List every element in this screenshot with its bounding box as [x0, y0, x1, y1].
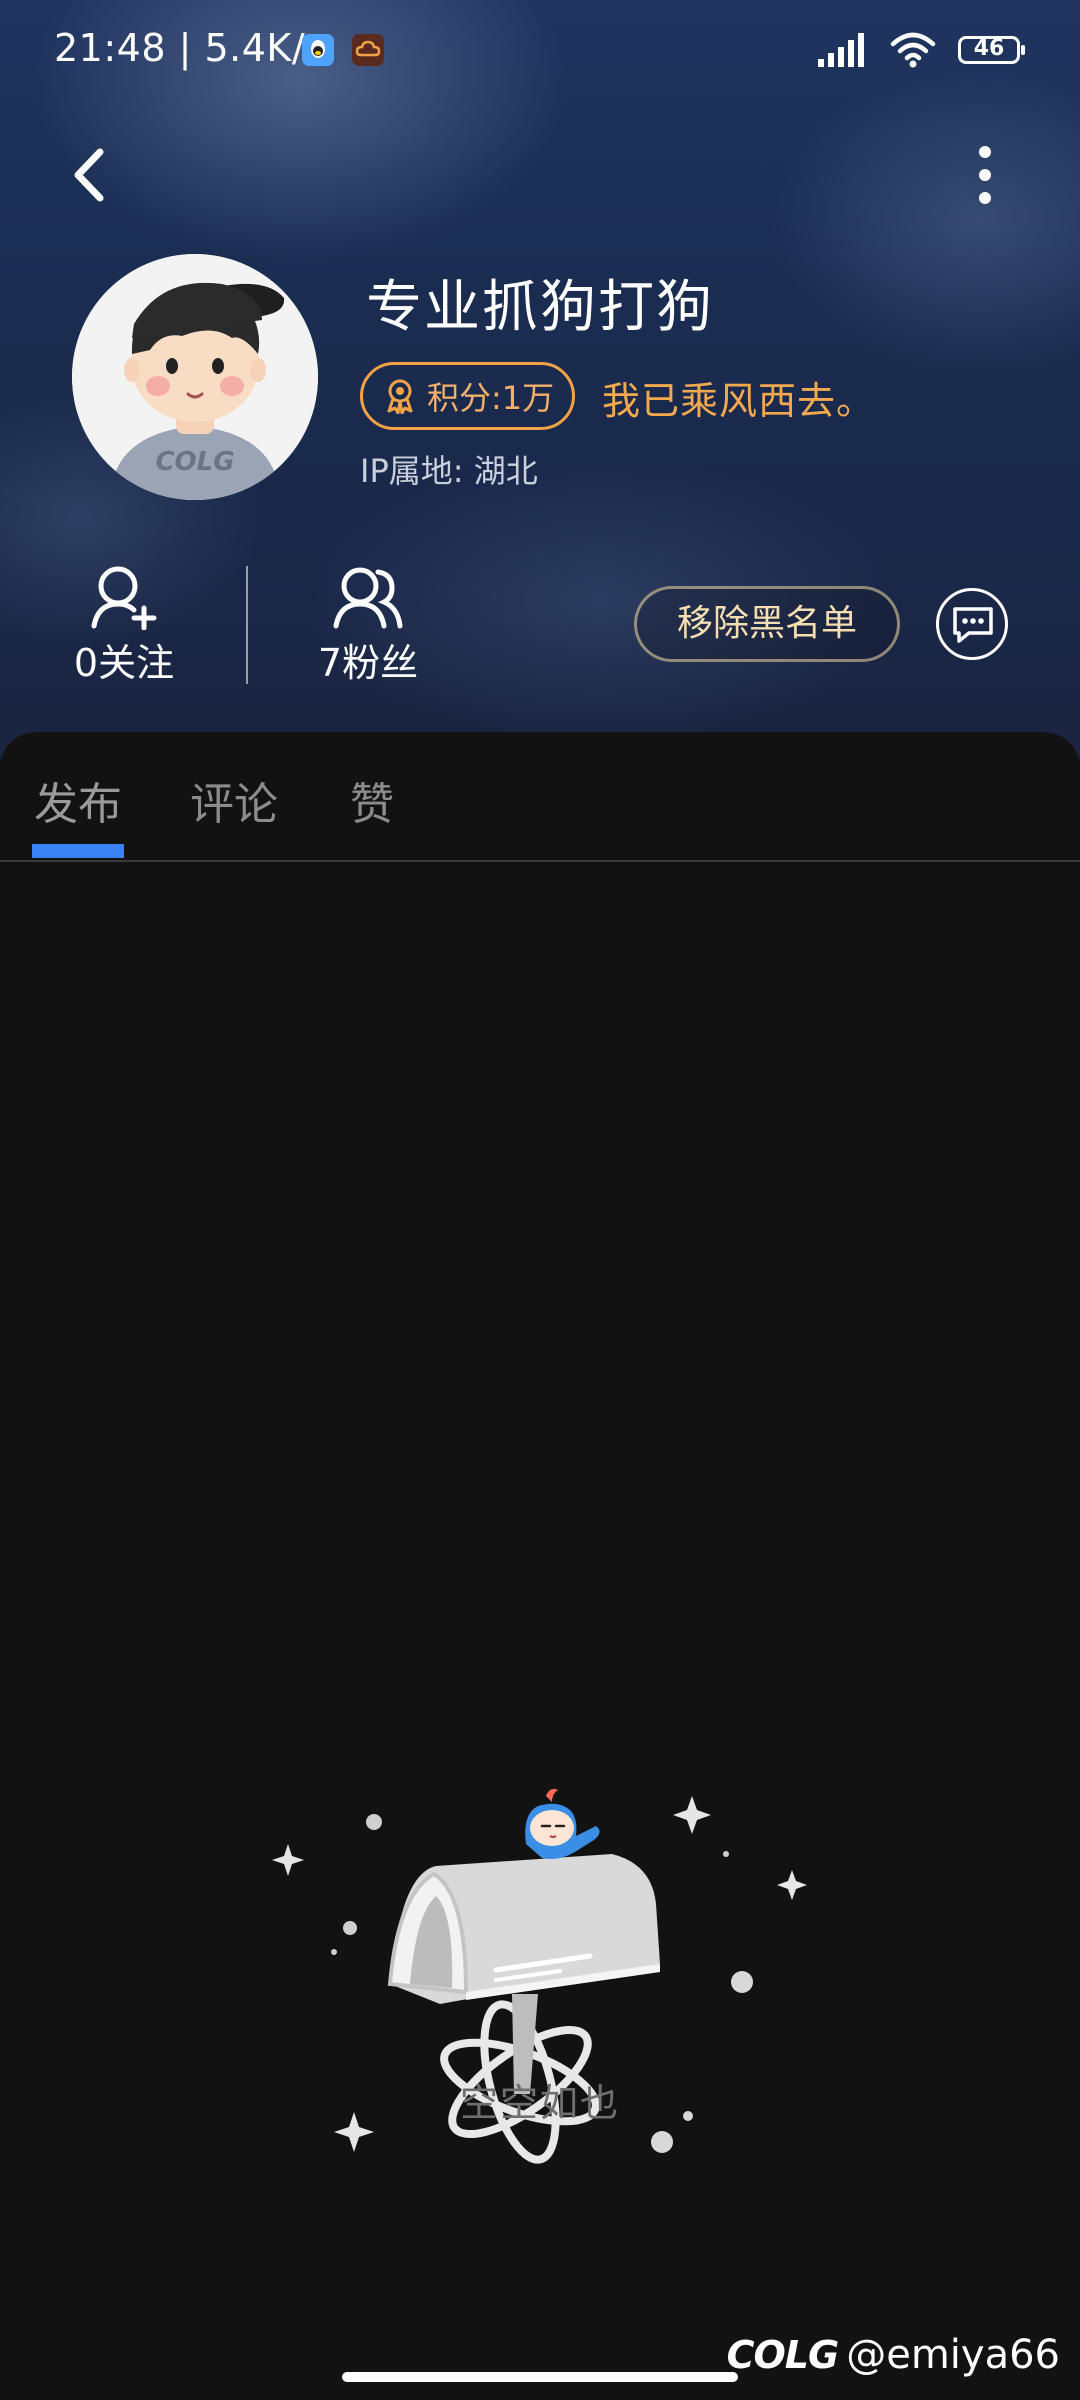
status-time: 21:48 — [54, 26, 167, 70]
following-stat[interactable]: 0关注 — [54, 564, 194, 687]
message-button[interactable] — [936, 588, 1008, 660]
fans-count: 7粉丝 — [317, 641, 419, 685]
points-label: 积分:1万 — [427, 379, 555, 417]
home-indicator[interactable] — [342, 2372, 738, 2382]
medal-icon — [387, 379, 413, 414]
ip-location: IP属地: 湖北 — [360, 452, 538, 490]
username: 专业抓狗打狗 — [366, 275, 714, 340]
profile-page: 21:48 | 5.4K/s 46 COLG 专业抓狗打狗 积分:1万 我已乘风… — [0, 0, 1080, 2400]
cloud-notification-icon — [352, 34, 384, 66]
battery-icon: 46 — [958, 36, 1025, 64]
tab-comments[interactable]: 评论 — [190, 768, 278, 832]
watermark-handle: @emiya66 — [846, 2332, 1060, 2378]
user-add-icon — [91, 566, 157, 630]
remove-from-blacklist-button[interactable]: 移除黑名单 — [634, 586, 900, 662]
content-panel: 发布 评论 赞 空空如也 — [0, 732, 1080, 2400]
active-tab-indicator — [32, 844, 124, 858]
more-vertical-icon — [979, 146, 991, 204]
back-button[interactable] — [60, 140, 120, 210]
status-time-and-speed: 21:48 | 5.4K/s — [54, 26, 326, 70]
battery-level: 46 — [973, 36, 1005, 61]
following-count: 0关注 — [73, 641, 175, 685]
avatar-illustration: COLG — [72, 254, 318, 500]
users-icon — [333, 567, 403, 629]
tab-publish[interactable]: 发布 — [34, 768, 122, 832]
watermark: COLG @emiya66 — [727, 2332, 1060, 2378]
chevron-left-icon — [74, 148, 104, 202]
tab-likes[interactable]: 赞 — [350, 768, 394, 832]
avatar-shirt-logo: COLG — [155, 447, 234, 477]
user-signature: 我已乘风西去。 — [602, 379, 876, 423]
fans-stat[interactable]: 7粉丝 — [298, 564, 438, 687]
status-indicators: 46 — [818, 32, 1025, 68]
status-bar: 21:48 | 5.4K/s 46 — [0, 0, 1080, 100]
chat-bubble-icon — [953, 607, 993, 643]
points-badge[interactable]: 积分:1万 — [360, 362, 576, 430]
stats-divider — [246, 566, 248, 684]
empty-state-text: 空空如也 — [459, 2081, 620, 2125]
signal-icon — [818, 33, 864, 67]
tab-bar: 发布 评论 赞 — [0, 732, 1080, 862]
more-options-button[interactable] — [960, 140, 1010, 210]
colg-logo: COLG — [726, 2333, 840, 2377]
qq-notification-icon — [302, 34, 334, 66]
wifi-icon — [890, 32, 936, 68]
avatar[interactable]: COLG — [72, 254, 318, 500]
